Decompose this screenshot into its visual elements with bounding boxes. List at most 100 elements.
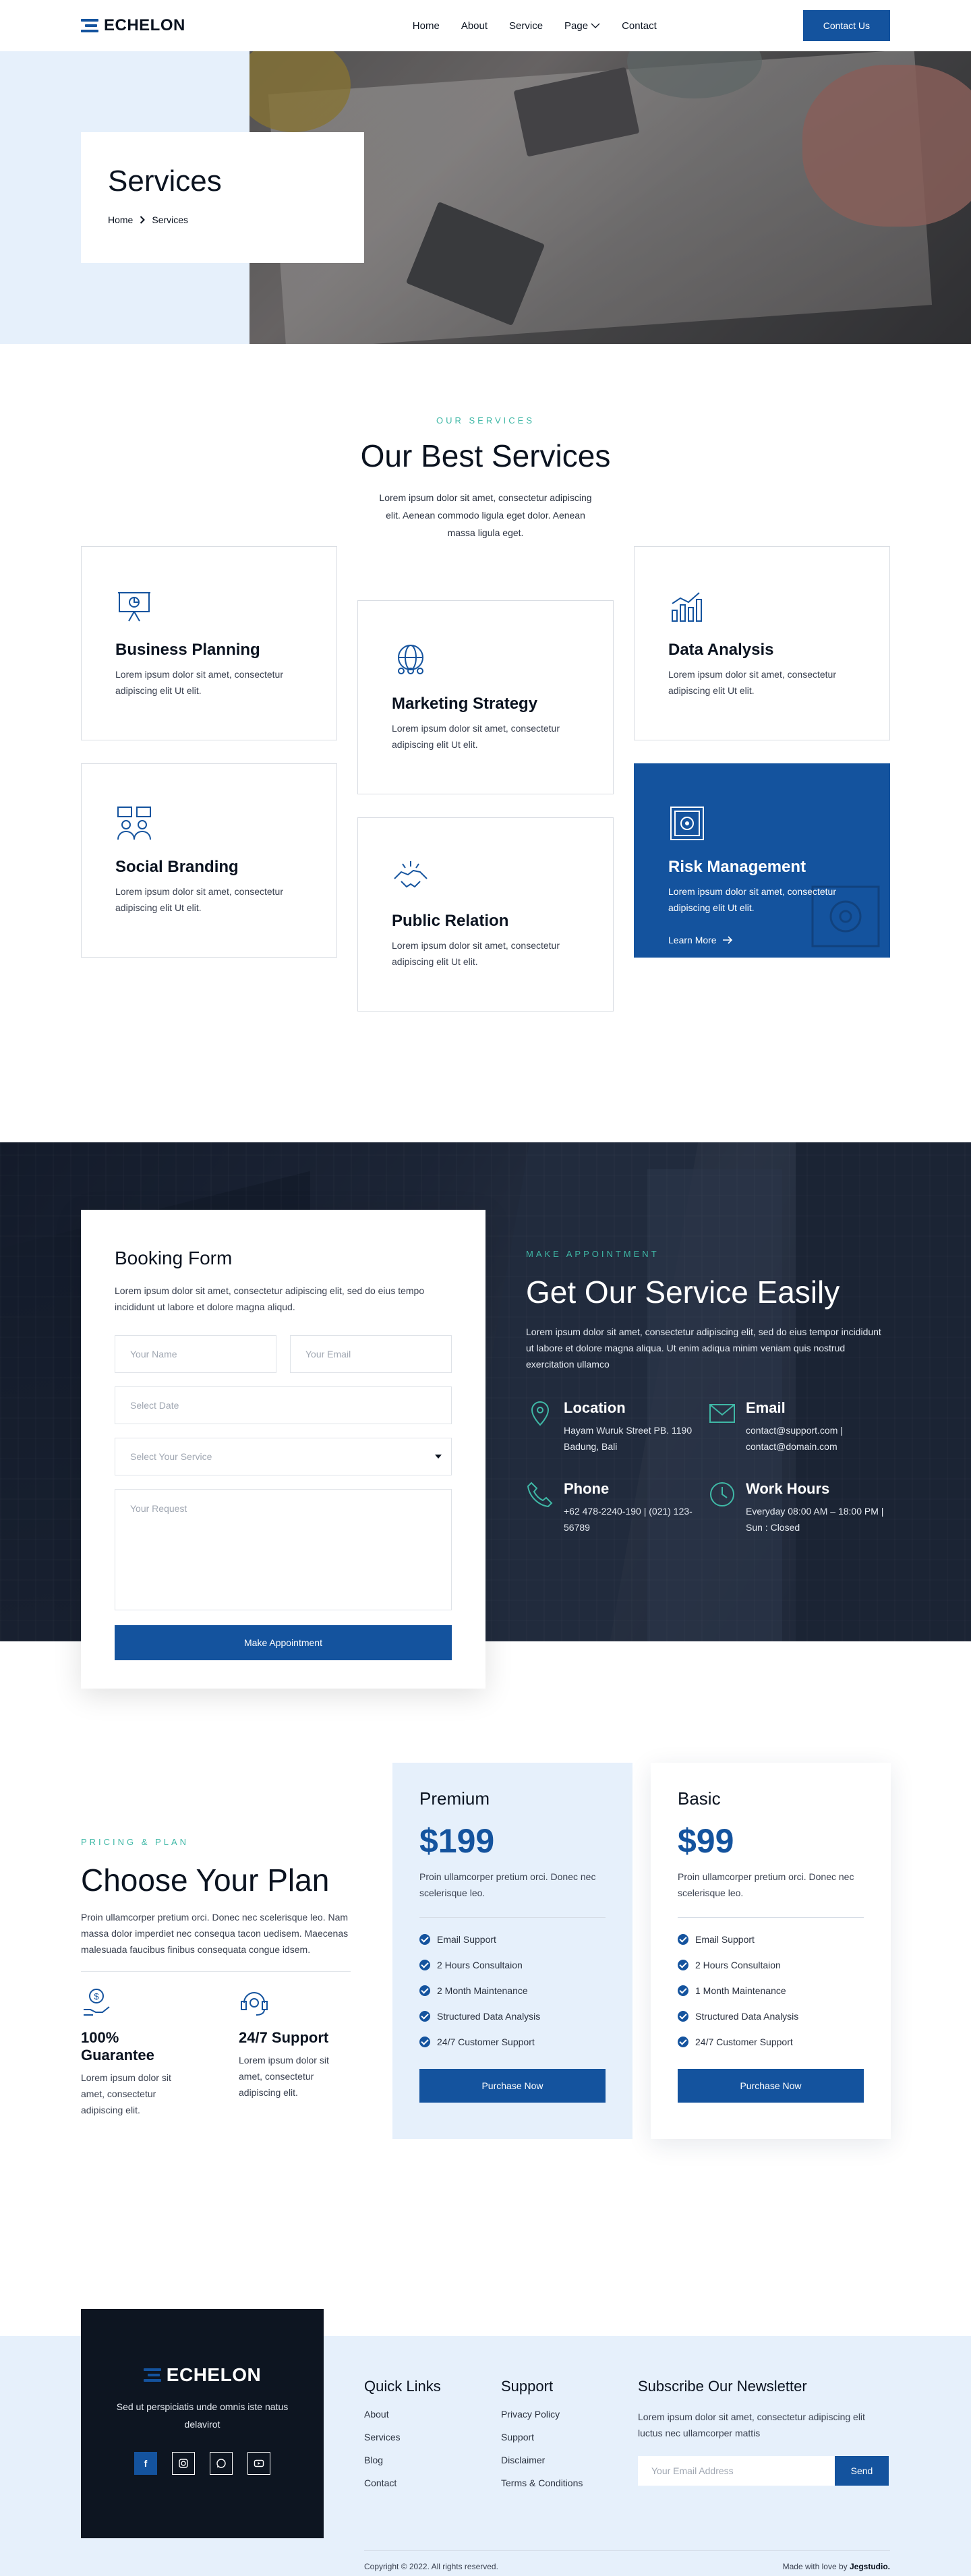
service-desc: Lorem ipsum dolor sit amet, consectetur … — [392, 723, 560, 750]
page-title: Services — [108, 165, 222, 198]
nav-contact[interactable]: Contact — [622, 20, 657, 32]
footer-logo[interactable]: ECHELON — [81, 2364, 324, 2386]
plan-feature-label: 1 Month Maintenance — [695, 1985, 786, 1996]
plan-name: Basic — [678, 1788, 721, 1809]
appointment-desc: Lorem ipsum dolor sit amet, consectetur … — [526, 1326, 881, 1370]
purchase-premium-button[interactable]: Purchase Now — [419, 2069, 606, 2103]
check-icon — [419, 1985, 430, 1996]
name-input[interactable]: Your Name — [115, 1335, 276, 1373]
plan-feature-label: Structured Data Analysis — [437, 2011, 541, 2022]
plan-feature-label: 24/7 Customer Support — [695, 2037, 793, 2047]
footer-link-disclaimer[interactable]: Disclaimer — [501, 2455, 583, 2465]
footer-link-support[interactable]: Support — [501, 2432, 583, 2442]
footer-link-contact[interactable]: Contact — [364, 2478, 441, 2488]
booking-form: Booking Form Lorem ipsum dolor sit amet,… — [81, 1210, 486, 1689]
phone-icon — [527, 1482, 553, 1508]
plan-basic: Basic $99 Proin ullamcorper pretium orci… — [651, 1763, 891, 2139]
mail-icon — [709, 1404, 735, 1423]
footer-link-privacy[interactable]: Privacy Policy — [501, 2409, 583, 2420]
site-header: ECHELON Home About Service Page Contact … — [81, 0, 890, 51]
footer-link-services[interactable]: Services — [364, 2432, 441, 2442]
date-input[interactable]: Select Date — [115, 1386, 452, 1424]
service-card-business-planning[interactable]: Business Planning Lorem ipsum dolor sit … — [81, 546, 337, 740]
whatsapp-icon[interactable] — [210, 2452, 233, 2475]
money-hand-icon: $ — [84, 1989, 110, 2016]
nav-about[interactable]: About — [461, 20, 488, 32]
plan-feature: 1 Month Maintenance — [678, 1985, 864, 1996]
service-select[interactable]: Select Your Service — [115, 1438, 452, 1475]
services-eyebrow: OUR SERVICES — [436, 415, 535, 426]
appointment-eyebrow: MAKE APPOINTMENT — [526, 1249, 659, 1259]
service-card-risk-management[interactable]: Risk Management Lorem ipsum dolor sit am… — [634, 763, 890, 958]
contact-title: Location — [564, 1399, 626, 1416]
handshake-icon — [394, 861, 428, 888]
svg-text:$: $ — [94, 1991, 99, 2001]
check-icon — [678, 2011, 688, 2022]
email-input[interactable]: Your Email — [290, 1335, 452, 1373]
breadcrumb-home[interactable]: Home — [108, 214, 133, 225]
check-icon — [419, 2037, 430, 2047]
youtube-icon[interactable] — [247, 2452, 270, 2475]
service-card-data-analysis[interactable]: Data Analysis Lorem ipsum dolor sit amet… — [634, 546, 890, 740]
contact-location: Location Hayam Wuruk Street PB. 1190 Badu… — [526, 1399, 708, 1455]
footer-link-terms[interactable]: Terms & Conditions — [501, 2478, 583, 2488]
contact-title: Phone — [564, 1480, 610, 1497]
breadcrumb-current: Services — [152, 214, 189, 225]
plan-premium: Premium $199 Proin ullamcorper pretium o… — [392, 1763, 632, 2139]
logo-icon — [81, 19, 98, 32]
check-icon — [419, 1960, 430, 1970]
newsletter-send-button[interactable]: Send — [835, 2456, 889, 2486]
check-icon — [678, 1985, 688, 1996]
service-desc: Lorem ipsum dolor sit amet, consectetur … — [392, 940, 560, 967]
newsletter-email-input[interactable]: Your Email Address — [638, 2456, 835, 2486]
service-card-public-relation[interactable]: Public Relation Lorem ipsum dolor sit am… — [357, 817, 614, 1012]
logo-text: ECHELON — [166, 2364, 262, 2385]
contact-title: Email — [746, 1399, 786, 1416]
request-textarea[interactable]: Your Request — [115, 1489, 452, 1610]
contact-text: contact@support.com | contact@domain.com — [746, 1425, 843, 1452]
plan-price: $99 — [678, 1822, 734, 1860]
service-desc: Lorem ipsum dolor sit amet, consectetur … — [115, 669, 283, 696]
breadcrumb: Home Services — [108, 214, 337, 225]
caret-down-icon — [435, 1455, 442, 1459]
footer-link-about[interactable]: About — [364, 2409, 441, 2420]
plan-name: Premium — [419, 1788, 490, 1809]
footer-col-title: Quick Links — [364, 2378, 441, 2395]
purchase-basic-button[interactable]: Purchase Now — [678, 2069, 864, 2103]
made-by-link[interactable]: Jegstudio. — [850, 2562, 890, 2571]
chevron-right-icon — [140, 216, 146, 224]
feature-guarantee: $ 100% Guarantee Lorem ipsum dolor sit a… — [81, 1987, 192, 2118]
services-section: OUR SERVICES Our Best Services Lorem ips… — [0, 344, 971, 1142]
footer-link-blog[interactable]: Blog — [364, 2455, 441, 2465]
logo[interactable]: ECHELON — [81, 16, 185, 35]
check-icon — [419, 1934, 430, 1945]
main-nav: Home About Service Page Contact — [413, 20, 657, 32]
nav-service[interactable]: Service — [509, 20, 543, 32]
instagram-icon[interactable] — [172, 2452, 195, 2475]
pricing-title: Choose Your Plan — [81, 1863, 330, 1898]
service-card-social-branding[interactable]: Social Branding Lorem ipsum dolor sit am… — [81, 763, 337, 958]
feature-title: 100% Guarantee — [81, 2029, 154, 2063]
services-desc: Lorem ipsum dolor sit amet, consectetur … — [379, 492, 592, 538]
booking-title: Booking Form — [115, 1248, 233, 1268]
make-appointment-button[interactable]: Make Appointment — [115, 1625, 452, 1660]
appointment-title: Get Our Service Easily — [526, 1275, 840, 1310]
services-title: Our Best Services — [360, 438, 611, 473]
nav-page[interactable]: Page — [564, 20, 600, 32]
service-card-marketing-strategy[interactable]: Marketing Strategy Lorem ipsum dolor sit… — [357, 600, 614, 794]
service-title: Public Relation — [392, 912, 509, 930]
pricing-desc: Proin ullamcorper pretium orci. Donec ne… — [81, 1909, 351, 1972]
plan-desc: Proin ullamcorper pretium orci. Donec ne… — [419, 1869, 606, 1918]
safe-watermark-icon — [811, 885, 880, 947]
plan-feature-label: 2 Month Maintenance — [437, 1985, 528, 1996]
plan-feature: Email Support — [678, 1934, 864, 1945]
contact-text: Everyday 08:00 AM – 18:00 PM | Sun : Clo… — [746, 1506, 884, 1533]
contact-phone: Phone +62 478-2240-190 | (021) 123-56789 — [526, 1480, 708, 1535]
footer-quick-links: Quick Links About Services Blog Contact — [364, 2378, 441, 2500]
footer-tagline: Sed ut perspiciatis unde omnis iste natu… — [116, 2401, 289, 2430]
nav-home[interactable]: Home — [413, 20, 440, 32]
facebook-icon[interactable]: f — [134, 2452, 157, 2475]
check-icon — [419, 2011, 430, 2022]
contact-us-button[interactable]: Contact Us — [802, 10, 890, 41]
safe-icon — [670, 807, 704, 840]
